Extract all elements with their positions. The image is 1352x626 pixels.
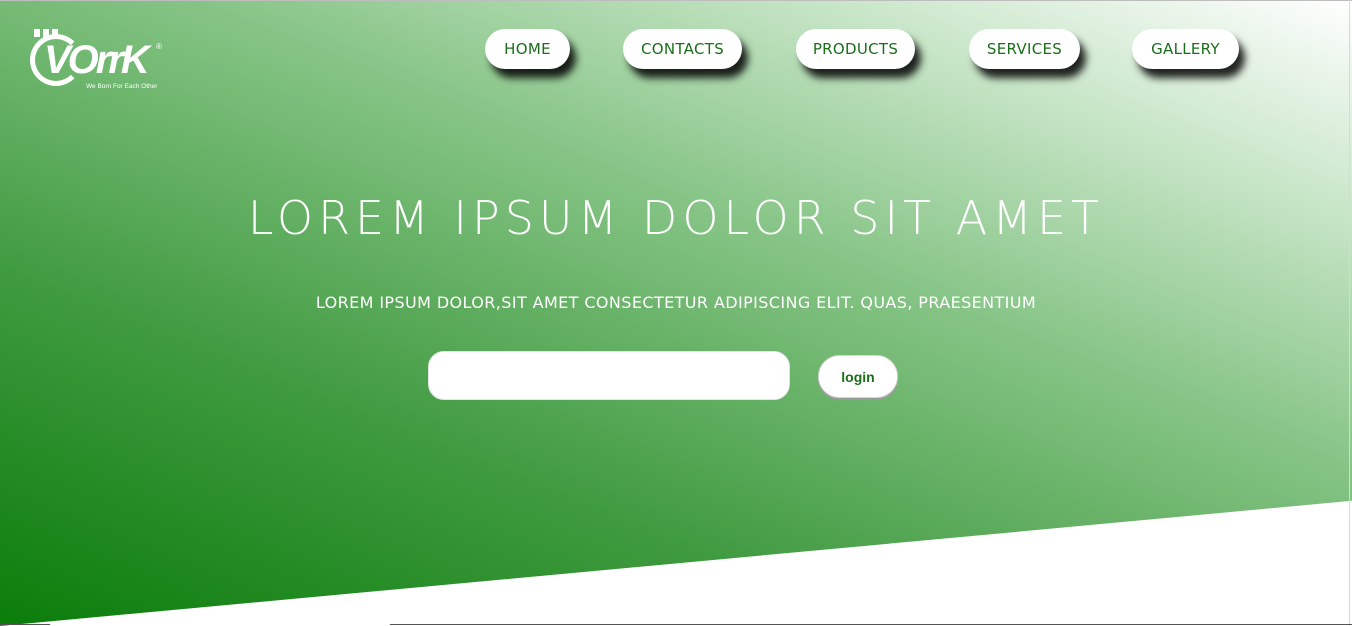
- login-button[interactable]: login: [818, 355, 898, 398]
- logo-registered-mark: ®: [156, 42, 162, 51]
- brand-logo[interactable]: VOrrK ® We Born For Each Other: [28, 26, 168, 96]
- bottom-border-left: [0, 624, 50, 625]
- logo-wordmark: VOrrK: [44, 38, 150, 82]
- hero-title: LOREM IPSUM DOLOR SIT AMET: [247, 191, 1105, 245]
- page: VOrrK ® We Born For Each Other HOME CONT…: [0, 0, 1352, 626]
- nav-services-button[interactable]: SERVICES: [969, 29, 1080, 69]
- hero-subtitle: LOREM IPSUM DOLOR,SIT AMET CONSECTETUR A…: [315, 293, 1037, 312]
- nav-products-button[interactable]: PRODUCTS: [796, 29, 915, 69]
- logo-tagline: We Born For Each Other: [86, 83, 158, 90]
- top-border: [0, 0, 1352, 1]
- nav-contacts-button[interactable]: CONTACTS: [623, 29, 742, 69]
- login-input[interactable]: [428, 351, 790, 400]
- bottom-border: [390, 624, 1352, 625]
- nav-home-button[interactable]: HOME: [485, 29, 570, 69]
- nav-gallery-button[interactable]: GALLERY: [1132, 29, 1239, 69]
